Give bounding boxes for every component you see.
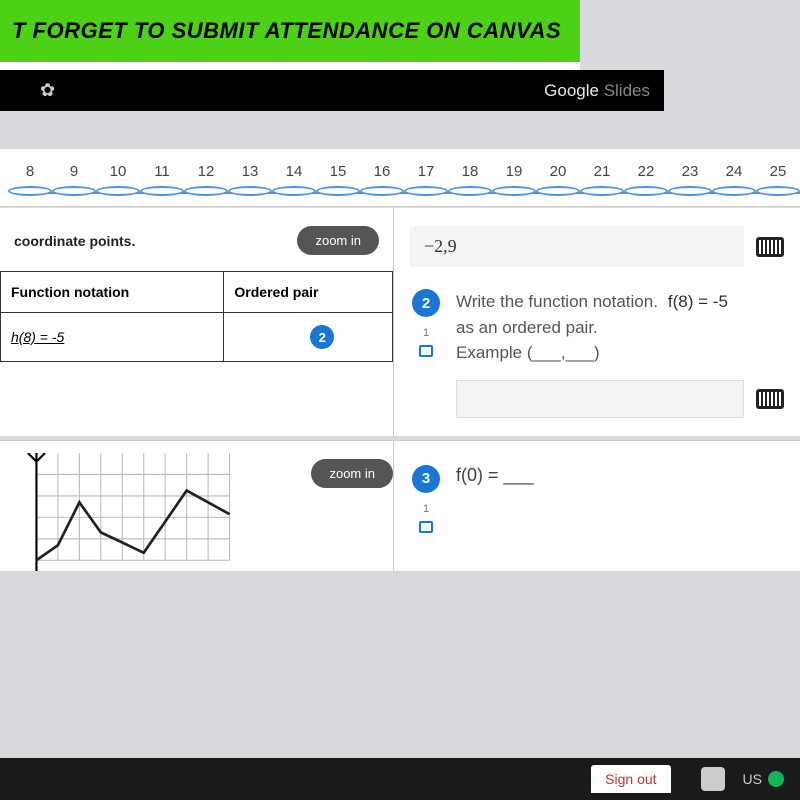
slide-toolbar: ✿ Google Slides	[0, 70, 664, 111]
coordinate-points-heading: coordinate points.	[14, 233, 135, 249]
question-2-panel: coordinate points. zoom in Function nota…	[0, 207, 800, 436]
cell-pair[interactable]: 2	[224, 313, 393, 362]
input-language-indicator[interactable]: US	[743, 771, 762, 787]
sign-out-button[interactable]: Sign out	[591, 765, 670, 793]
question-2-text: Write the function notation.f(8) = -5 as…	[442, 289, 784, 418]
taskbar: Sign out US	[0, 758, 800, 800]
chat-icon[interactable]	[419, 345, 433, 357]
zoom-in-button[interactable]: zoom in	[297, 226, 379, 255]
col-ordered-pair: Ordered pair	[224, 272, 393, 313]
question-3-panel: zoom in 3 1 f(0) = ___	[0, 440, 800, 571]
keyboard-icon[interactable]	[756, 389, 784, 409]
status-dot-icon	[768, 771, 784, 787]
cell-function: h(8) = -5	[1, 313, 224, 362]
col-function-notation: Function notation	[1, 272, 224, 313]
banner-text: T FORGET TO SUBMIT ATTENDANCE ON CANVAS	[12, 18, 568, 44]
ruler-numbers: 8 9 10 11 12 13 14 15 16 17 18 19 20 21 …	[0, 163, 800, 180]
question-3-text: f(0) = ___	[442, 465, 534, 533]
attendance-banner: T FORGET TO SUBMIT ATTENDANCE ON CANVAS	[0, 0, 580, 62]
question-number-badge: 3	[412, 465, 440, 493]
question-2-left: coordinate points. zoom in Function nota…	[0, 208, 394, 436]
keyboard-icon[interactable]	[756, 237, 784, 257]
taskbar-icon[interactable]	[701, 767, 725, 791]
function-graph	[0, 441, 260, 571]
question-subcount: 1	[423, 503, 429, 515]
answer-input-field[interactable]	[456, 380, 744, 418]
function-table: Function notation Ordered pair h(8) = -5…	[0, 271, 393, 362]
slide-ruler[interactable]: 8 9 10 11 12 13 14 15 16 17 18 19 20 21 …	[0, 149, 800, 207]
google-slides-label: Google Slides	[544, 81, 650, 101]
zoom-in-button[interactable]: zoom in	[311, 459, 393, 488]
table-row: h(8) = -5 2	[1, 313, 393, 362]
previous-answer-display: −2,9	[410, 226, 744, 267]
question-2-right: −2,9 2 1 Write the function notation.f(8…	[394, 208, 800, 436]
slide-preview: T FORGET TO SUBMIT ATTENDANCE ON CANVAS	[0, 0, 580, 70]
question-number-badge: 2	[412, 289, 440, 317]
gear-icon[interactable]: ✿	[40, 80, 55, 101]
chat-icon[interactable]	[419, 521, 433, 533]
question-subcount: 1	[423, 327, 429, 339]
answer-badge: 2	[310, 325, 334, 349]
